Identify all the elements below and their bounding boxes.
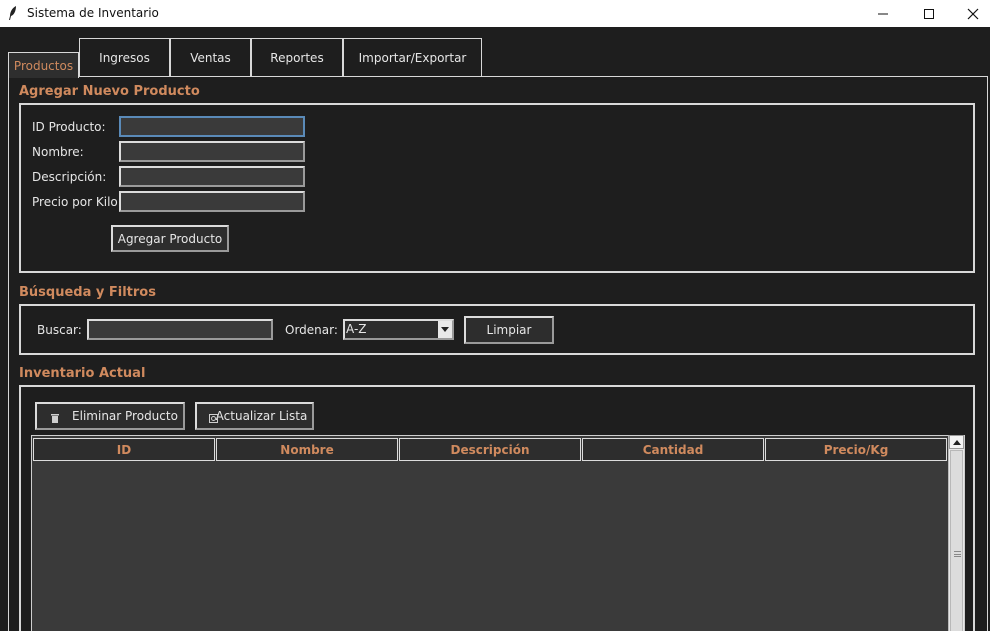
tab-reportes[interactable]: Reportes bbox=[251, 38, 343, 76]
search-input[interactable] bbox=[87, 319, 273, 340]
close-button[interactable] bbox=[950, 0, 990, 27]
tab-ingresos[interactable]: Ingresos bbox=[79, 38, 170, 76]
close-icon bbox=[967, 8, 979, 19]
nombre-input[interactable] bbox=[119, 141, 305, 162]
search-title: Búsqueda y Filtros bbox=[19, 285, 156, 300]
precio-field-label: Precio por Kilo: bbox=[32, 195, 122, 209]
tab-label: Ventas bbox=[190, 50, 231, 65]
tab-importar-exportar[interactable]: Importar/Exportar bbox=[343, 38, 482, 76]
vertical-scrollbar[interactable] bbox=[948, 435, 964, 631]
maximize-icon bbox=[924, 8, 934, 19]
chevron-down-icon[interactable] bbox=[438, 321, 452, 338]
maximize-button[interactable] bbox=[906, 0, 952, 27]
eliminar-producto-button[interactable]: Eliminar Producto bbox=[35, 402, 185, 430]
actualizar-label: Actualizar Lista bbox=[215, 409, 308, 423]
refresh-icon bbox=[209, 414, 218, 423]
precio-kilo-input[interactable] bbox=[119, 191, 305, 212]
minimize-icon bbox=[878, 13, 888, 14]
minimize-button[interactable] bbox=[860, 0, 906, 27]
inventory-title: Inventario Actual bbox=[19, 366, 146, 381]
scrollbar-thumb[interactable] bbox=[950, 450, 963, 631]
tab-label: Reportes bbox=[270, 50, 324, 65]
trash-icon bbox=[51, 414, 59, 423]
limpiar-button[interactable]: Limpiar bbox=[464, 316, 554, 344]
id-field-label: ID Producto: bbox=[32, 120, 106, 134]
tab-label: Productos bbox=[13, 58, 74, 73]
tab-productos[interactable]: Productos bbox=[8, 52, 79, 78]
nombre-field-label: Nombre: bbox=[32, 145, 84, 159]
buscar-label: Buscar: bbox=[37, 323, 82, 337]
id-producto-input[interactable] bbox=[119, 116, 305, 137]
agregar-producto-button[interactable]: Agregar Producto bbox=[111, 225, 229, 252]
column-header-descripcion[interactable]: Descripción bbox=[399, 438, 581, 461]
feather-icon bbox=[9, 6, 16, 20]
ordenar-label: Ordenar: bbox=[285, 323, 338, 337]
scroll-up-button[interactable] bbox=[949, 435, 964, 449]
column-header-precio-kg[interactable]: Precio/Kg bbox=[765, 438, 947, 461]
column-header-id[interactable]: ID bbox=[33, 438, 215, 461]
eliminar-label: Eliminar Producto bbox=[72, 409, 178, 423]
actualizar-lista-button[interactable]: Actualizar Lista bbox=[195, 402, 314, 430]
column-header-cantidad[interactable]: Cantidad bbox=[582, 438, 764, 461]
grip-icon bbox=[954, 551, 961, 557]
descripcion-input[interactable] bbox=[119, 166, 305, 187]
tab-label: Ingresos bbox=[99, 50, 150, 65]
sort-value: A-Z bbox=[346, 322, 367, 336]
title-bar: Sistema de Inventario bbox=[0, 0, 990, 27]
inventory-table[interactable]: ID Nombre Descripción Cantidad Precio/Kg bbox=[31, 435, 965, 631]
sort-select[interactable]: A-Z bbox=[343, 319, 454, 340]
column-header-nombre[interactable]: Nombre bbox=[216, 438, 398, 461]
arrow-up-icon bbox=[952, 439, 961, 445]
tab-ventas[interactable]: Ventas bbox=[170, 38, 251, 76]
descripcion-field-label: Descripción: bbox=[32, 170, 107, 184]
add-product-title: Agregar Nuevo Producto bbox=[19, 84, 200, 99]
tab-label: Importar/Exportar bbox=[358, 50, 467, 65]
window-title: Sistema de Inventario bbox=[27, 6, 159, 20]
